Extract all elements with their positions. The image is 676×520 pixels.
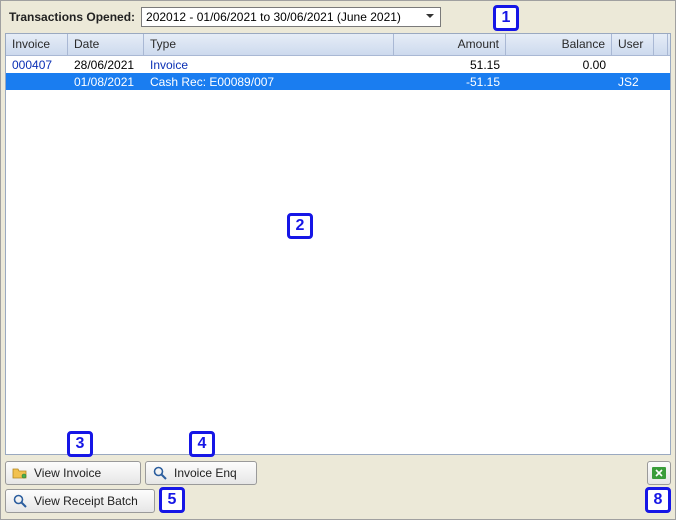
- button-label: Invoice Enq: [174, 466, 237, 480]
- col-header-user[interactable]: User: [612, 34, 654, 55]
- view-receipt-batch-button[interactable]: View Receipt Batch: [5, 489, 155, 513]
- col-header-tail: [654, 34, 668, 55]
- cell-invoice: [6, 81, 68, 83]
- col-header-type[interactable]: Type: [144, 34, 394, 55]
- col-header-invoice[interactable]: Invoice: [6, 34, 68, 55]
- period-dropdown-value: 202012 - 01/06/2021 to 30/06/2021 (June …: [146, 10, 401, 24]
- view-invoice-button[interactable]: View Invoice: [5, 461, 141, 485]
- transactions-grid[interactable]: Invoice Date Type Amount Balance User 00…: [5, 33, 671, 455]
- excel-icon: [651, 465, 667, 481]
- cell-user: JS2: [612, 74, 654, 90]
- col-header-date[interactable]: Date: [68, 34, 144, 55]
- export-excel-button[interactable]: [647, 461, 671, 485]
- period-dropdown[interactable]: 202012 - 01/06/2021 to 30/06/2021 (June …: [141, 7, 441, 27]
- cell-type[interactable]: Invoice: [144, 57, 394, 73]
- transactions-panel: Transactions Opened: 202012 - 01/06/2021…: [0, 0, 676, 520]
- table-row[interactable]: 000407 28/06/2021 Invoice 51.15 0.00: [6, 56, 670, 73]
- cell-invoice[interactable]: 000407: [6, 57, 68, 73]
- folder-open-icon: [12, 465, 28, 481]
- cell-type: Cash Rec: E00089/007: [144, 74, 394, 90]
- cell-amount: 51.15: [394, 57, 506, 73]
- filter-label: Transactions Opened:: [9, 10, 135, 24]
- cell-user: [612, 64, 654, 66]
- search-icon: [12, 493, 28, 509]
- cell-date: 28/06/2021: [68, 57, 144, 73]
- button-label: View Receipt Batch: [34, 494, 138, 508]
- filter-row: Transactions Opened: 202012 - 01/06/2021…: [5, 5, 671, 33]
- grid-header: Invoice Date Type Amount Balance User: [6, 34, 670, 56]
- col-header-amount[interactable]: Amount: [394, 34, 506, 55]
- invoice-enq-button[interactable]: Invoice Enq: [145, 461, 257, 485]
- toolbar: View Invoice Invoice Enq: [5, 459, 671, 515]
- cell-date: 01/08/2021: [68, 74, 144, 90]
- cell-amount: -51.15: [394, 74, 506, 90]
- cell-balance: 0.00: [506, 57, 612, 73]
- table-row[interactable]: 01/08/2021 Cash Rec: E00089/007 -51.15 J…: [6, 73, 670, 90]
- cell-balance: [506, 81, 612, 83]
- col-header-balance[interactable]: Balance: [506, 34, 612, 55]
- button-label: View Invoice: [34, 466, 101, 480]
- grid-body: 000407 28/06/2021 Invoice 51.15 0.00 01/…: [6, 56, 670, 90]
- search-icon: [152, 465, 168, 481]
- chevron-down-icon: [424, 12, 436, 23]
